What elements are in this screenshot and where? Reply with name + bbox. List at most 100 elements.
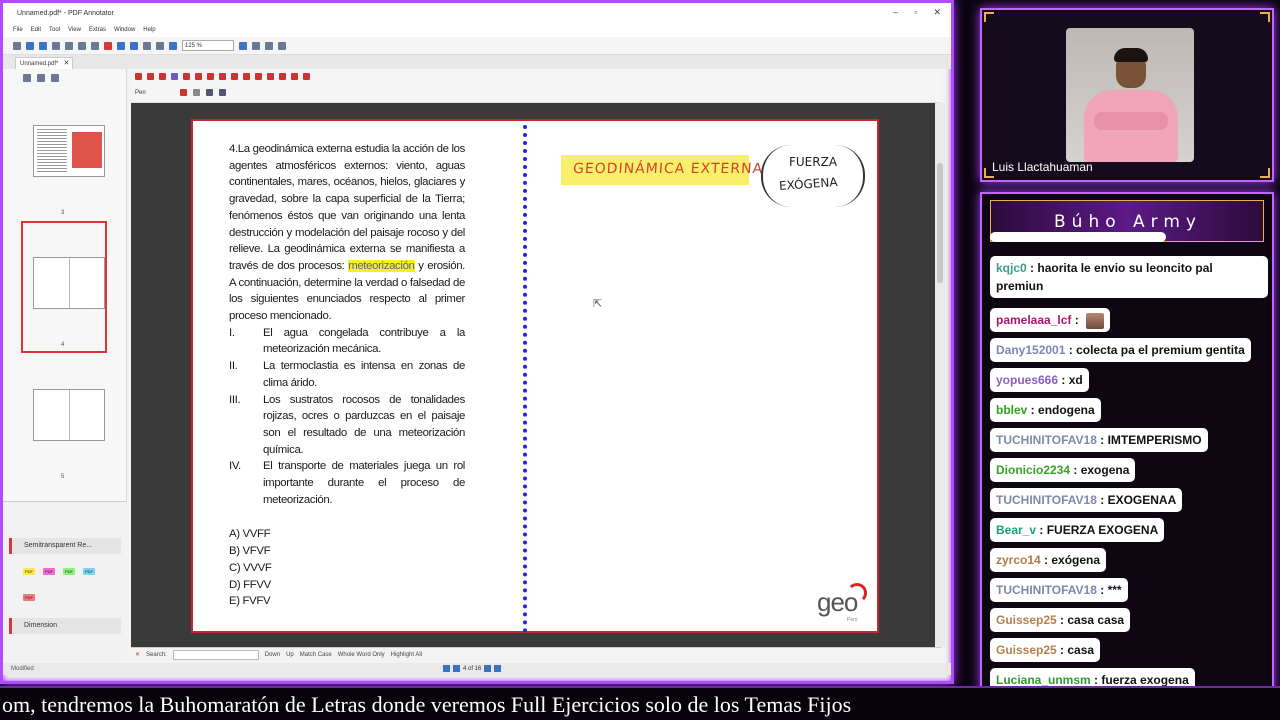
option-b: B) VFVF <box>229 545 271 558</box>
chat-text: casa casa <box>1067 613 1125 627</box>
find-up-button[interactable]: Up <box>286 652 294 658</box>
fullscreen-icon[interactable] <box>278 41 286 50</box>
zoom-tool-icon[interactable] <box>159 73 166 80</box>
menu-help[interactable]: Help <box>143 27 155 33</box>
statement-number: III. <box>229 393 241 406</box>
minimize-icon[interactable]: – <box>893 7 898 18</box>
panel-semitransparent-header[interactable]: Semitransparent Re... <box>9 538 121 554</box>
panel-dimension-header[interactable]: Dimension <box>9 618 121 634</box>
zoom-input[interactable]: 125 % <box>182 40 234 51</box>
first-page-icon[interactable] <box>443 665 450 672</box>
fit-page-icon[interactable] <box>252 41 260 50</box>
select-icon[interactable] <box>135 73 142 80</box>
chat-username: bblev <box>996 403 1028 417</box>
heart-icon[interactable] <box>303 73 310 80</box>
menu-file[interactable]: File <box>13 27 23 33</box>
question-intro-part: 4.La geodinámica externa estudia la acci… <box>229 143 465 272</box>
whole-word-button[interactable]: Whole Word Only <box>338 652 385 658</box>
arrow-icon[interactable] <box>147 73 154 80</box>
text-format-icon[interactable] <box>218 89 226 96</box>
save-icon[interactable] <box>39 41 47 50</box>
scrollbar-thumb[interactable] <box>937 163 943 283</box>
zoom-minus-icon[interactable] <box>169 41 177 50</box>
statement-text: La termoclastia es intensa en zonas de c… <box>263 360 465 389</box>
copy-icon[interactable] <box>78 41 86 50</box>
prev-page-icon[interactable] <box>453 665 460 672</box>
statement-2: II. La termoclastia es intensa en zonas d… <box>229 358 465 391</box>
zoom-out-icon[interactable] <box>156 41 164 50</box>
circle-icon[interactable] <box>231 73 238 80</box>
chat-text: IMTEMPERISMO <box>1107 433 1202 447</box>
main-toolbar: 125 % <box>3 37 951 55</box>
link-icon[interactable] <box>255 73 262 80</box>
undo-icon[interactable] <box>117 41 125 50</box>
tab-unnamed-pdf[interactable]: Unnamed.pdf* ✕ <box>15 57 74 69</box>
last-page-icon[interactable] <box>494 665 502 672</box>
option-a: A) VVFF <box>229 528 271 541</box>
page-thumbnail-5[interactable] <box>33 389 105 441</box>
search-input[interactable] <box>172 649 259 660</box>
text-tool-icon[interactable] <box>279 73 286 80</box>
chat-text: FUERZA EXOGENA <box>1046 523 1159 537</box>
favorite-chip[interactable]: PDF <box>43 568 55 575</box>
page-thumbnail-4[interactable] <box>33 257 105 309</box>
settings-icon[interactable] <box>51 74 59 82</box>
chat-username: Bear_v <box>996 523 1037 537</box>
close-icon[interactable]: ✕ <box>933 7 941 18</box>
menu-tool[interactable]: Tool <box>49 27 60 33</box>
hand-tool-icon[interactable] <box>143 41 151 50</box>
menu-window[interactable]: Window <box>114 27 135 33</box>
status-bar: Modified 4 of 16 <box>3 663 951 675</box>
favorite-chip[interactable]: PDF <box>83 568 95 575</box>
page-thumbnail-3[interactable] <box>33 125 105 177</box>
stamp-icon[interactable] <box>243 73 250 80</box>
zoom-plus-icon[interactable] <box>239 41 247 50</box>
smooth-icon[interactable] <box>205 89 213 96</box>
menu-edit[interactable]: Edit <box>31 27 41 33</box>
maximize-icon[interactable]: ▫ <box>914 7 917 18</box>
pages-view-icon[interactable] <box>23 74 31 82</box>
favorite-chip[interactable]: PDF <box>23 568 35 575</box>
thumbnail-number: 4 <box>61 342 65 348</box>
statement-number: IV. <box>229 460 241 473</box>
menu-extras[interactable]: Extras <box>89 27 106 33</box>
open-icon[interactable] <box>26 41 34 50</box>
eraser-icon[interactable] <box>195 73 202 80</box>
next-page-icon[interactable] <box>484 665 492 672</box>
line-style-icon[interactable] <box>192 89 200 96</box>
favorite-chip[interactable]: PDF <box>63 568 75 575</box>
favorite-chip[interactable]: PDF <box>23 594 35 601</box>
paste-icon[interactable] <box>91 41 99 50</box>
pdf-page[interactable]: 4.La geodinámica externa estudia la acci… <box>191 119 879 633</box>
menu-view[interactable]: View <box>68 27 81 33</box>
chat-username: TUCHINITOFAV18 <box>996 493 1097 507</box>
statement-text: Los sustratos rocosos de tonalidades roj… <box>263 393 465 456</box>
highlighter-icon[interactable] <box>183 73 190 80</box>
chat-text: exogena <box>1080 463 1130 477</box>
vertical-scrollbar[interactable] <box>935 103 945 647</box>
delete-icon[interactable] <box>104 41 112 50</box>
page-indicator[interactable]: 4 of 16 <box>463 666 481 672</box>
pen-color-icon[interactable] <box>179 89 187 96</box>
pen-icon[interactable] <box>171 73 178 80</box>
document-viewport[interactable]: 4.La geodinámica externa estudia la acci… <box>131 103 935 647</box>
modified-status: Modified <box>11 666 34 672</box>
outline-view-icon[interactable] <box>37 74 45 82</box>
sigma-icon[interactable] <box>291 73 298 80</box>
cut-icon[interactable] <box>65 41 73 50</box>
fit-width-icon[interactable] <box>265 41 273 50</box>
close-find-icon[interactable]: ✕ <box>135 651 140 658</box>
line-icon[interactable] <box>207 73 214 80</box>
match-case-button[interactable]: Match Case <box>300 652 332 658</box>
redo-icon[interactable] <box>130 41 138 50</box>
find-down-button[interactable]: Down <box>265 652 280 658</box>
thumbnail-number: 5 <box>61 474 65 480</box>
geo-logo: geo <box>817 583 867 618</box>
highlight-all-button[interactable]: Highlight All <box>391 652 422 658</box>
statement-number: II. <box>229 360 238 373</box>
image-icon[interactable] <box>267 73 274 80</box>
rectangle-icon[interactable] <box>219 73 226 80</box>
print-icon[interactable] <box>52 41 60 50</box>
chat-username: zyrco14 <box>996 553 1041 567</box>
new-document-icon[interactable] <box>13 41 21 50</box>
